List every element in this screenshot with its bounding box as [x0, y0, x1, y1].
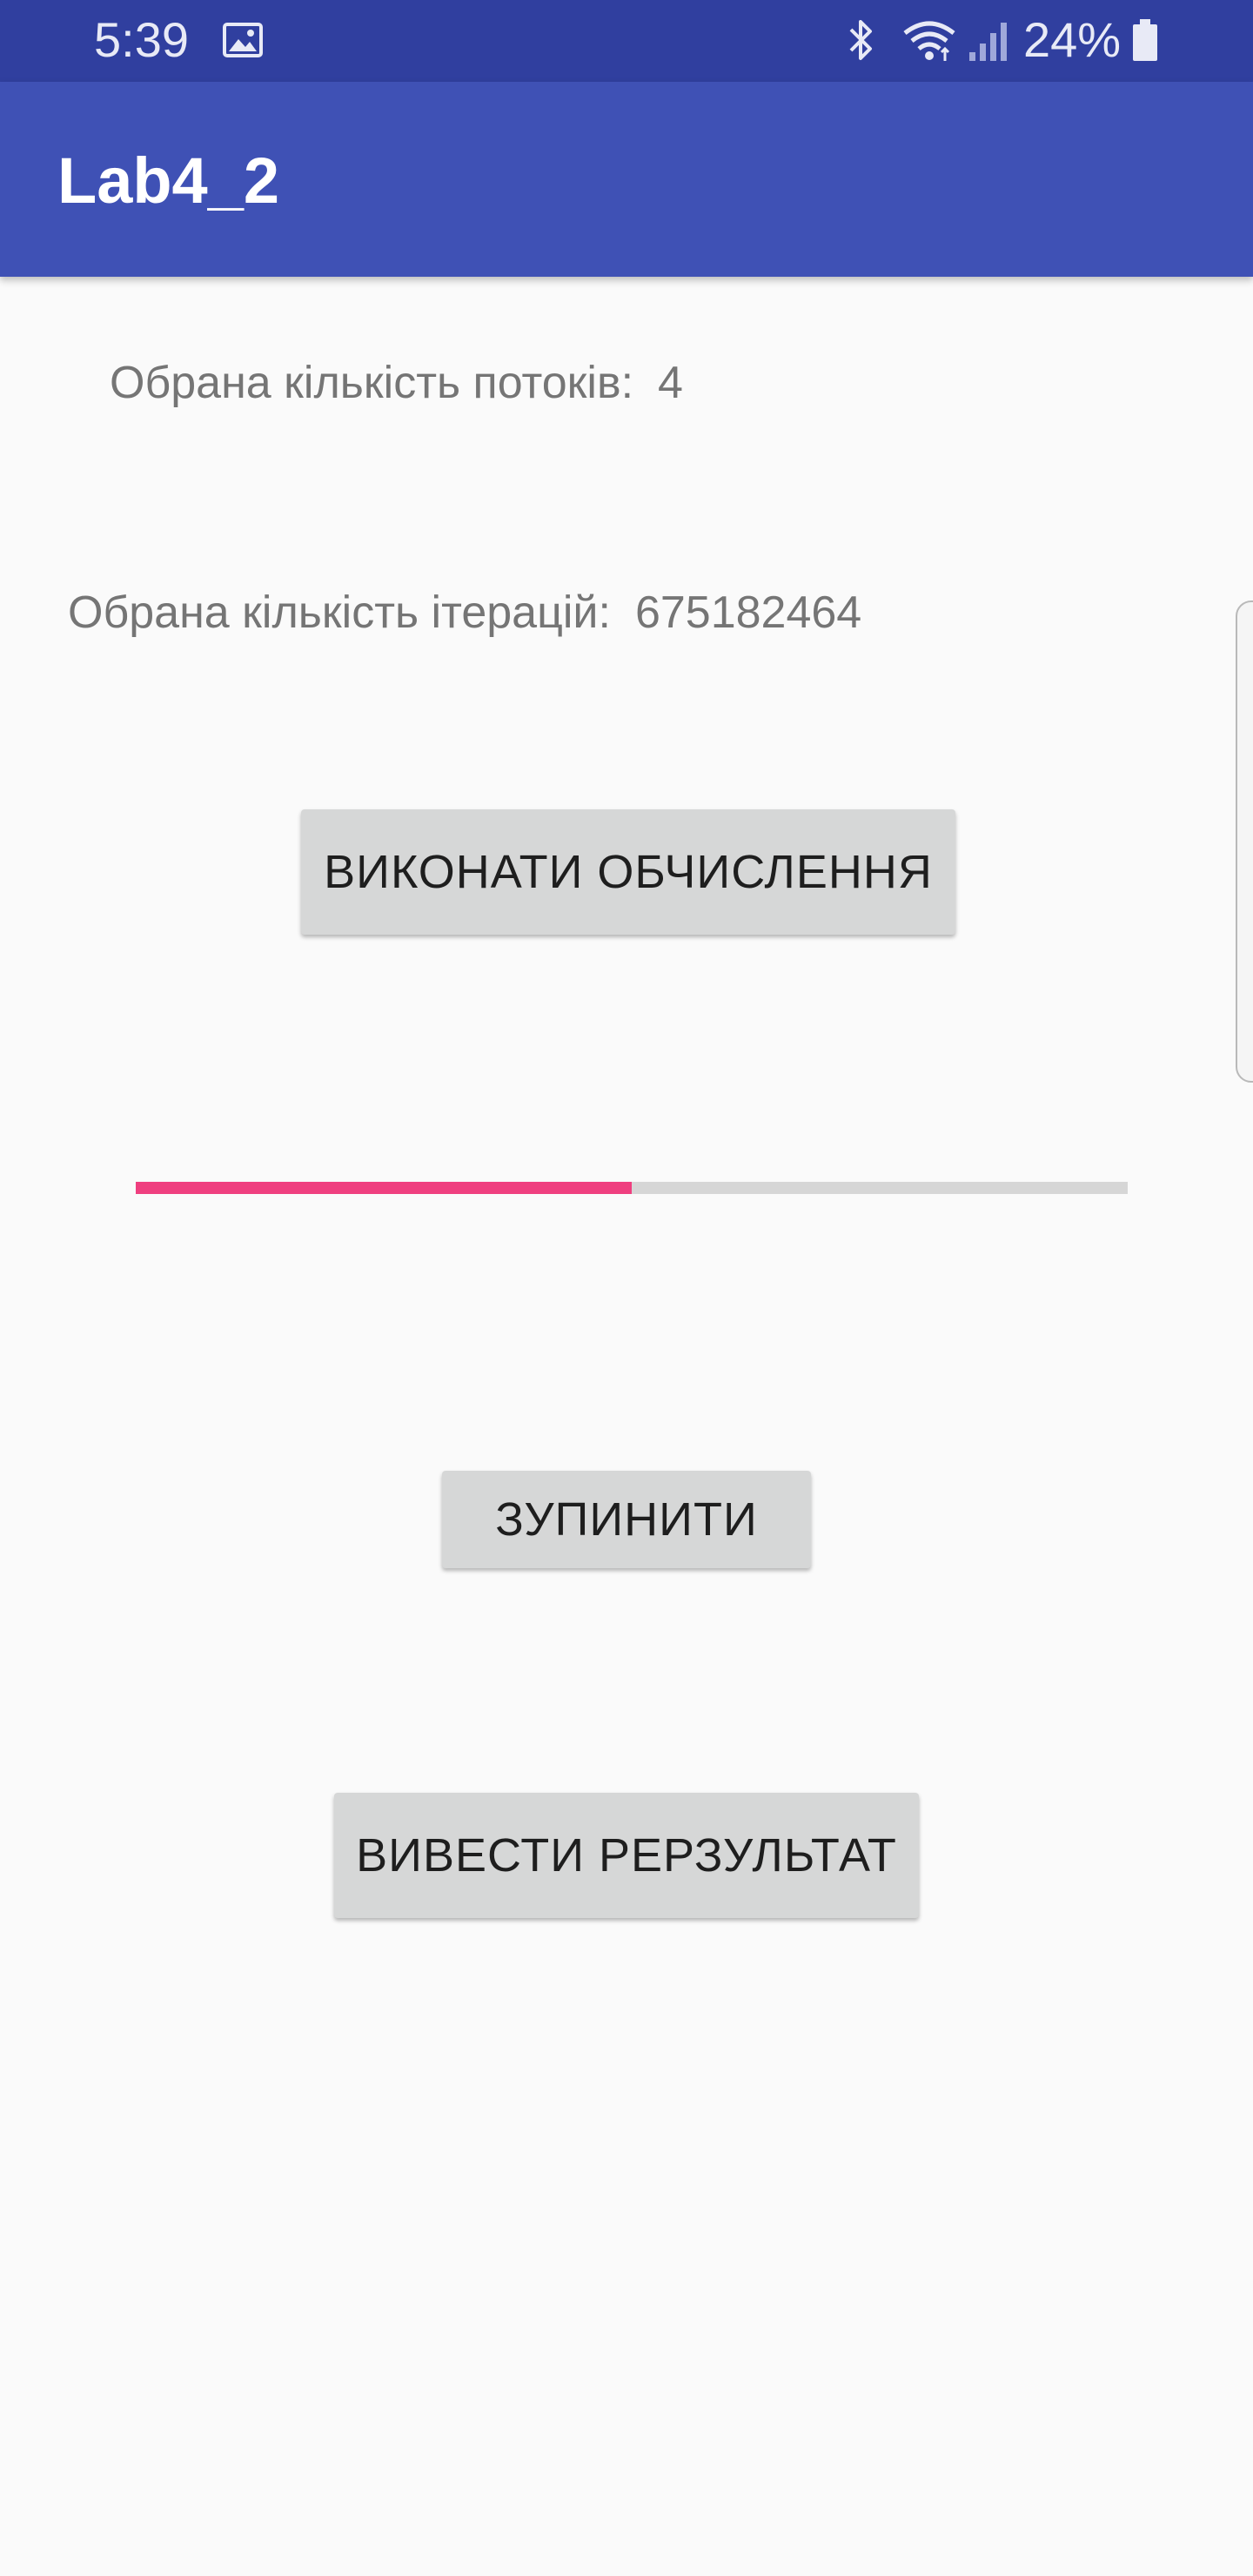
threads-label: Обрана кількість потоків:: [110, 358, 634, 408]
threads-info: Обрана кількість потоків: 4: [110, 357, 683, 409]
status-bar: 5:39 24%: [0, 0, 1253, 82]
signal-icon: [969, 23, 1007, 61]
battery-icon: [1133, 19, 1157, 61]
battery-percent: 24%: [1023, 12, 1122, 67]
run-calculation-button[interactable]: ВИКОНАТИ ОБЧИСЛЕННЯ: [301, 809, 955, 935]
progress-bar: [136, 1182, 1128, 1194]
status-time: 5:39: [94, 12, 189, 67]
edge-panel-handle[interactable]: [1236, 600, 1253, 1083]
app-title: Lab4_2: [57, 144, 280, 217]
show-result-button[interactable]: ВИВЕСТИ РЕРЗУЛЬТАТ: [334, 1793, 919, 1918]
iterations-value: 675182464: [634, 587, 862, 638]
iterations-label: Обрана кількість ітерацій:: [68, 587, 611, 638]
stop-button[interactable]: ЗУПИНИТИ: [442, 1471, 811, 1568]
wifi-icon: [903, 21, 955, 61]
iterations-info: Обрана кількість ітерацій: 675182464: [68, 587, 861, 639]
threads-value: 4: [658, 358, 683, 408]
gallery-icon: [223, 23, 263, 57]
progress-fill: [136, 1182, 632, 1194]
app-bar: Lab4_2: [0, 82, 1253, 277]
bluetooth-icon: [849, 20, 872, 60]
